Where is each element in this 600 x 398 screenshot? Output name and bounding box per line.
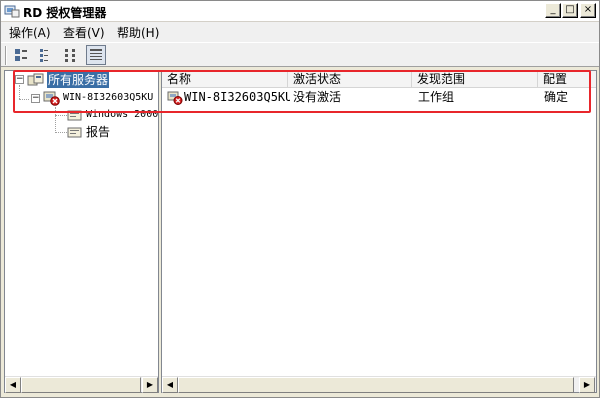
close-button[interactable]: × [580,3,596,18]
small-icons-icon [40,49,48,62]
list-view-button[interactable] [61,45,81,65]
details-icon [90,49,102,60]
cell-configuration: 确定 [544,90,569,104]
column-header-scope[interactable]: 发现范围 [412,71,538,88]
menu-view[interactable]: 查看(V) [59,24,109,41]
menu-help[interactable]: 帮助(H) [113,24,163,41]
small-icons-view-button[interactable] [36,45,56,65]
column-header-name[interactable]: 名称 [162,71,288,88]
cell-server-name: WIN-8I32603Q5KU [184,90,290,104]
cell-discovery-scope: 工作组 [418,90,455,104]
scroll-thumb[interactable] [178,377,574,393]
window-title: RD 授权管理器 [23,6,107,20]
minimize-button[interactable]: _ [545,3,561,18]
tree-label-report: 报告 [86,125,111,139]
app-icon [4,5,20,18]
tree-line [19,99,29,100]
tree-line [19,85,20,99]
tree-line [55,132,67,133]
title-bar[interactable]: RD 授权管理器 _ □ × [1,1,599,22]
license-folder-icon [67,110,82,121]
tree-expander-server[interactable]: − [31,94,40,103]
table-row[interactable]: WIN-8I32603Q5KU 没有激活 工作组 确定 [162,89,596,106]
column-header-config[interactable]: 配置 [538,71,596,88]
scroll-left-arrow-icon[interactable]: ◀ [5,377,21,393]
server-group-icon [27,73,44,86]
tree-line [55,107,56,133]
column-header-status[interactable]: 激活状态 [288,71,412,88]
scroll-right-arrow-icon[interactable]: ▶ [579,377,595,393]
server-error-icon [167,91,183,105]
scroll-thumb[interactable] [21,377,141,393]
tree-pane[interactable]: − 所有服务器 − WIN-8I32603Q5KU Windows 2000 报… [4,70,159,393]
tree-label-server: WIN-8I32603Q5KU [63,92,154,103]
report-icon [67,127,82,138]
toolbar [1,42,599,67]
server-error-icon [43,91,60,106]
tree-line [55,115,67,116]
menu-bar: 操作(A) 查看(V) 帮助(H) [1,22,599,42]
cell-activation-status: 没有激活 [293,90,342,104]
scroll-left-arrow-icon[interactable]: ◀ [162,377,178,393]
details-view-button[interactable] [86,45,106,65]
server-list-pane[interactable]: 名称 激活状态 发现范围 配置 WIN-8I32603Q5KU 没有激活 工作组… [161,70,597,393]
toolbar-grip [5,46,7,65]
maximize-button[interactable]: □ [562,3,578,18]
scroll-right-arrow-icon[interactable]: ▶ [142,377,158,393]
tree-label-all-servers: 所有服务器 [47,72,110,88]
large-icons-view-button[interactable] [11,45,31,65]
large-icons-icon [15,49,27,61]
menu-action[interactable]: 操作(A) [5,24,55,41]
tree-horizontal-scrollbar[interactable]: ◀ ▶ [5,376,158,393]
tree-expander-root[interactable]: − [15,75,24,84]
list-icon [65,49,75,62]
list-horizontal-scrollbar[interactable]: ◀ ▶ [162,376,596,393]
tree-label-windows-2000: Windows 2000 [86,109,159,120]
column-header-row: 名称 激活状态 发现范围 配置 [162,71,596,88]
rd-licensing-manager-window: RD 授权管理器 _ □ × 操作(A) 查看(V) 帮助(H) − 所有服务器… [0,0,600,398]
